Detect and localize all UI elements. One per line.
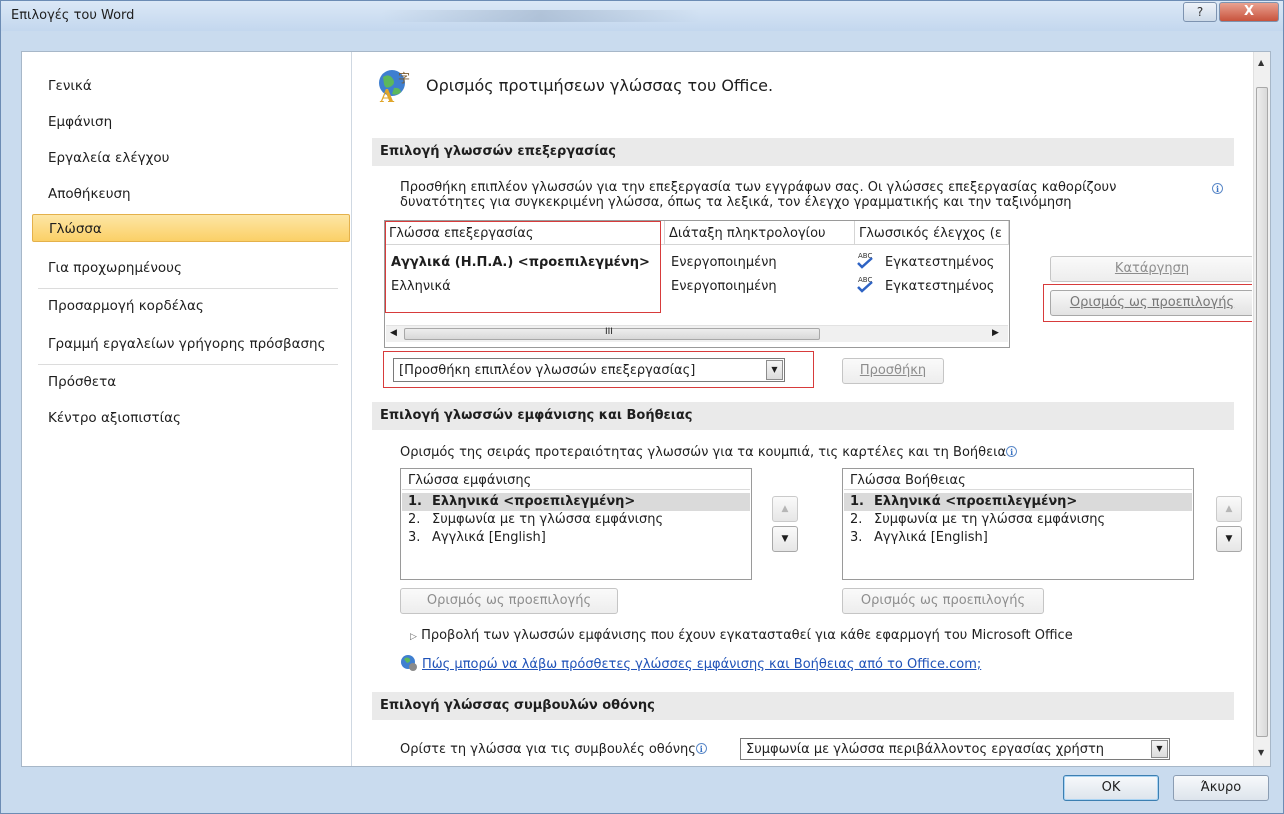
nav-item-customize-ribbon[interactable]: Προσαρμογή κορδέλας — [32, 292, 350, 320]
screentip-dropdown-value: Συμφωνία με γλώσσα περιβάλλοντος εργασία… — [746, 742, 1105, 757]
scroll-down-icon[interactable]: ▼ — [1258, 748, 1264, 757]
list-item[interactable]: 1. Ελληνικά <προεπιλεγμένη> — [402, 493, 750, 511]
highlight-box-language-column — [385, 221, 661, 313]
help-button[interactable]: ? — [1183, 2, 1217, 22]
spell-check-icon: ABC — [857, 276, 873, 293]
svg-text:字: 字 — [398, 70, 410, 85]
scroll-left-icon[interactable]: ◀ — [390, 328, 397, 338]
content-vertical-scrollbar[interactable]: ▲ ▼ — [1253, 52, 1270, 766]
scrollbar-grip: III — [605, 327, 613, 337]
options-sidebar: Γενικά Εμφάνιση Εργαλεία ελέγχου Αποθήκε… — [22, 52, 352, 766]
display-set-default-button[interactable]: Ορισμός ως προεπιλογής — [400, 588, 618, 614]
view-installed-languages-expander[interactable]: ▷ Προβολή των γλωσσών εμφάνισης που έχου… — [410, 628, 1073, 643]
move-up-button[interactable]: ▲ — [1216, 496, 1242, 522]
editing-description-line2: δυνατότητες για συγκεκριμένη γλώσσα, όπω… — [400, 195, 1072, 210]
column-header-proofing[interactable]: Γλωσσικός έλεγχος (ε — [855, 221, 1009, 245]
nav-divider — [38, 364, 338, 365]
screentip-language-dropdown[interactable]: Συμφωνία με γλώσσα περιβάλλοντος εργασία… — [740, 738, 1170, 760]
nav-item-proofing[interactable]: Εργαλεία ελέγχου — [32, 144, 350, 172]
list-item[interactable]: 3. Αγγλικά [English] — [844, 529, 1192, 547]
editing-languages-section-title: Επιλογή γλωσσών επεξεργασίας — [372, 138, 1234, 166]
spell-check-icon: ABC — [857, 252, 873, 269]
word-options-dialog: Επιλογές του Word ? X Γενικά Εμφάνιση Ερ… — [0, 0, 1284, 814]
nav-divider — [38, 288, 338, 289]
display-language-list[interactable]: Γλώσσα εμφάνισης 1. Ελληνικά <προεπιλεγμέ… — [400, 468, 752, 580]
scrollbar-thumb[interactable]: III — [404, 327, 820, 340]
language-settings-pane: A 字 Ορισμός προτιμήσεων γλώσσας του Offi… — [354, 52, 1252, 766]
nav-item-display[interactable]: Εμφάνιση — [32, 108, 350, 136]
table-cell-keyboard: Ενεργοποιημένη — [671, 279, 777, 294]
page-heading: Ορισμός προτιμήσεων γλώσσας του Office. — [426, 76, 774, 95]
nav-item-trust-center[interactable]: Κέντρο αξιοπιστίας — [32, 404, 350, 432]
nav-item-quick-access-toolbar[interactable]: Γραμμή εργαλείων γρήγορης πρόσβασης — [32, 330, 350, 358]
scroll-up-icon[interactable]: ▲ — [1258, 58, 1264, 67]
info-icon[interactable]: i — [695, 743, 707, 754]
table-cell-proofing: Εγκατεστημένος — [885, 255, 995, 270]
help-language-list-header: Γλώσσα Βοήθειας — [844, 470, 1192, 490]
cancel-button[interactable]: Άκυρο — [1173, 775, 1269, 801]
nav-item-language[interactable]: Γλώσσα — [32, 214, 350, 242]
dialog-body: Γενικά Εμφάνιση Εργαλεία ελέγχου Αποθήκε… — [21, 51, 1271, 767]
more-languages-link[interactable]: Πώς μπορώ να λάβω πρόσθετες γλώσσες εμφά… — [422, 657, 981, 672]
remove-button[interactable]: Κατάργηση — [1050, 256, 1252, 282]
title-bar[interactable]: Επιλογές του Word ? X — [1, 1, 1283, 31]
chevron-down-icon[interactable]: ▼ — [1151, 740, 1168, 758]
list-item[interactable]: 2. Συμφωνία με τη γλώσσα εμφάνισης — [402, 511, 750, 529]
svg-text:A: A — [379, 86, 395, 104]
office-online-icon — [401, 655, 417, 671]
nav-item-save[interactable]: Αποθήκευση — [32, 180, 350, 208]
nav-item-general[interactable]: Γενικά — [32, 72, 350, 100]
info-icon[interactable]: i — [1006, 446, 1018, 457]
move-down-button[interactable]: ▼ — [1216, 526, 1242, 552]
add-button[interactable]: Προσθήκη — [842, 358, 944, 384]
screentip-language-section-title: Επιλογή γλώσσας συμβουλών οθόνης — [372, 692, 1234, 720]
move-down-button[interactable]: ▼ — [772, 526, 798, 552]
table-cell-proofing: Εγκατεστημένος — [885, 279, 995, 294]
nav-item-add-ins[interactable]: Πρόσθετα — [32, 368, 350, 396]
highlight-box-set-default — [1043, 284, 1252, 322]
highlight-box-add-dropdown — [383, 351, 814, 388]
help-set-default-button[interactable]: Ορισμός ως προεπιλογής — [842, 588, 1044, 614]
help-language-list[interactable]: Γλώσσα Βοήθειας 1. Ελληνικά <προεπιλεγμέν… — [842, 468, 1194, 580]
language-globe-icon: A 字 — [379, 70, 410, 104]
expand-arrow-icon: ▷ — [410, 632, 417, 642]
list-item[interactable]: 1. Ελληνικά <προεπιλεγμένη> — [844, 493, 1192, 511]
list-item[interactable]: 3. Αγγλικά [English] — [402, 529, 750, 547]
ok-button[interactable]: OK — [1063, 775, 1159, 801]
display-languages-section-title: Επιλογή γλωσσών εμφάνισης και Βοήθειας — [372, 402, 1234, 430]
table-horizontal-scrollbar[interactable]: ◀ III ▶ — [386, 325, 1008, 342]
move-up-button[interactable]: ▲ — [772, 496, 798, 522]
display-language-list-header: Γλώσσα εμφάνισης — [402, 470, 750, 490]
close-button[interactable]: X — [1219, 2, 1279, 22]
blurred-title — [381, 10, 701, 22]
nav-item-advanced[interactable]: Για προχωρημένους — [32, 254, 350, 282]
list-item[interactable]: 2. Συμφωνία με τη γλώσσα εμφάνισης — [844, 511, 1192, 529]
window-title: Επιλογές του Word — [11, 8, 135, 23]
scroll-right-icon[interactable]: ▶ — [992, 328, 999, 338]
table-cell-keyboard: Ενεργοποιημένη — [671, 255, 777, 270]
scrollbar-thumb[interactable] — [1256, 87, 1268, 737]
column-header-keyboard-layout[interactable]: Διάταξη πληκτρολογίου — [665, 221, 855, 245]
info-icon[interactable]: i — [1212, 183, 1223, 194]
editing-description-line1: Προσθήκη επιπλέον γλωσσών για την επεξερ… — [400, 180, 1117, 195]
display-description: Ορισμός της σειράς προτεραιότητας γλωσσώ… — [400, 445, 1018, 460]
screentip-label: Ορίστε τη γλώσσα για τις συμβουλές οθόνη… — [400, 742, 707, 757]
